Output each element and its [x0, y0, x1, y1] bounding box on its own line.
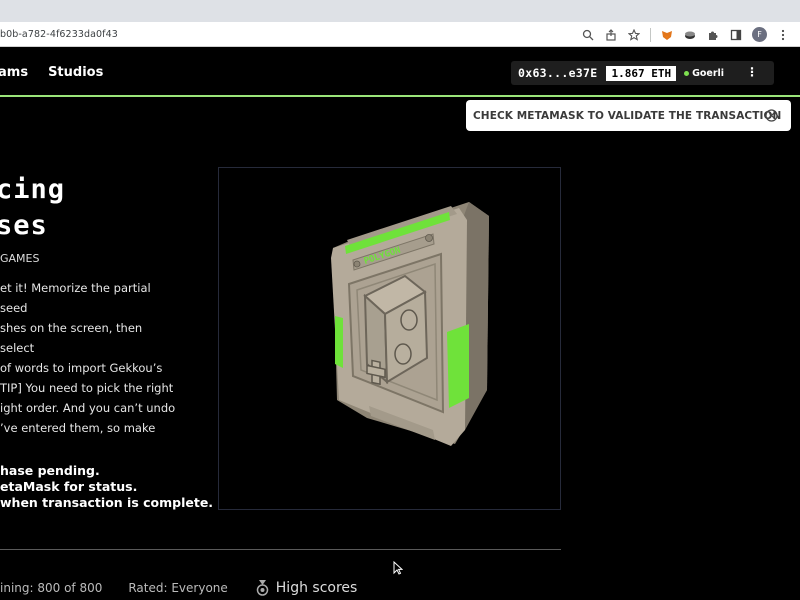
wallet-menu-button[interactable]: ⋮ — [746, 66, 758, 78]
game-description: et it! Memorize the partial seed shes on… — [0, 278, 180, 438]
nav-item-games[interactable]: ams — [0, 65, 28, 80]
game-meta-footer: ining: 800 of 800 Rated: Everyone High s… — [0, 580, 357, 596]
zoom-icon[interactable] — [581, 28, 595, 42]
game-cartridge-image: POLYGON — [218, 167, 561, 510]
cartridge-illustration: POLYGON — [331, 202, 489, 446]
sidebar-icon[interactable] — [729, 28, 743, 42]
medal-icon — [256, 580, 269, 596]
address-bar[interactable]: b0b-a782-4f6233da0f43 — [0, 29, 118, 40]
description-line: TIP] You need to pick the right — [0, 381, 174, 395]
close-icon[interactable] — [765, 109, 778, 122]
studio-name[interactable]: GAMES — [0, 252, 39, 265]
site-header: ams Studios 0x63...e37E 1.867 ETH Goerli… — [0, 47, 800, 95]
network-name: Goerli — [692, 67, 725, 79]
puzzle-icon[interactable] — [706, 28, 720, 42]
status-line: etaMask for status. — [0, 479, 138, 494]
purchase-status: hase pending. etaMask for status. when t… — [0, 463, 213, 511]
toolbar-separator — [650, 27, 651, 42]
high-scores-link[interactable]: High scores — [276, 580, 358, 596]
wallet-widget[interactable]: 0x63...e37E 1.867 ETH Goerli ⋮ — [511, 61, 774, 85]
network-status-dot — [684, 70, 690, 76]
profile-avatar[interactable]: F — [752, 27, 767, 42]
main-nav: ams Studios — [0, 65, 103, 80]
description-line: ’ve entered them, so make — [0, 421, 156, 435]
description-line: of words to import Gekkou’s — [0, 361, 163, 375]
star-icon[interactable] — [627, 28, 641, 42]
metamask-icon[interactable] — [660, 28, 674, 42]
game-title-line-1: cing — [0, 174, 66, 205]
status-line: when transaction is complete. — [0, 495, 214, 510]
menu-dots-icon[interactable] — [776, 28, 790, 42]
description-line: ight order. And you can’t undo — [0, 401, 176, 415]
browser-tab-strip — [0, 0, 800, 22]
status-line: hase pending. — [0, 463, 100, 478]
game-title-line-2: ses — [0, 210, 48, 241]
game-title: cing ses — [0, 172, 65, 244]
browser-actions: F — [581, 22, 790, 47]
nav-item-studios[interactable]: Studios — [48, 65, 103, 80]
description-line: et it! Memorize the partial seed — [0, 281, 151, 315]
browser-toolbar: b0b-a782-4f6233da0f43 F — [0, 22, 800, 47]
remaining-count: ining: 800 of 800 — [0, 581, 103, 595]
transaction-toast: CHECK METAMASK TO VALIDATE THE TRANSACTI… — [466, 100, 791, 131]
description-line: shes on the screen, then select — [0, 321, 143, 355]
header-accent-line — [0, 95, 800, 97]
wallet-address: 0x63...e37E — [518, 66, 598, 80]
network-indicator: Goerli — [684, 68, 724, 79]
section-divider — [0, 549, 561, 550]
wallet-balance: 1.867 ETH — [606, 65, 677, 81]
rating-label: Rated: Everyone — [128, 581, 228, 595]
share-icon[interactable] — [604, 28, 618, 42]
wallet-extension-icon[interactable] — [683, 28, 697, 42]
mouse-cursor-icon — [393, 561, 403, 575]
toast-message: CHECK METAMASK TO VALIDATE THE TRANSACTI… — [473, 109, 782, 122]
